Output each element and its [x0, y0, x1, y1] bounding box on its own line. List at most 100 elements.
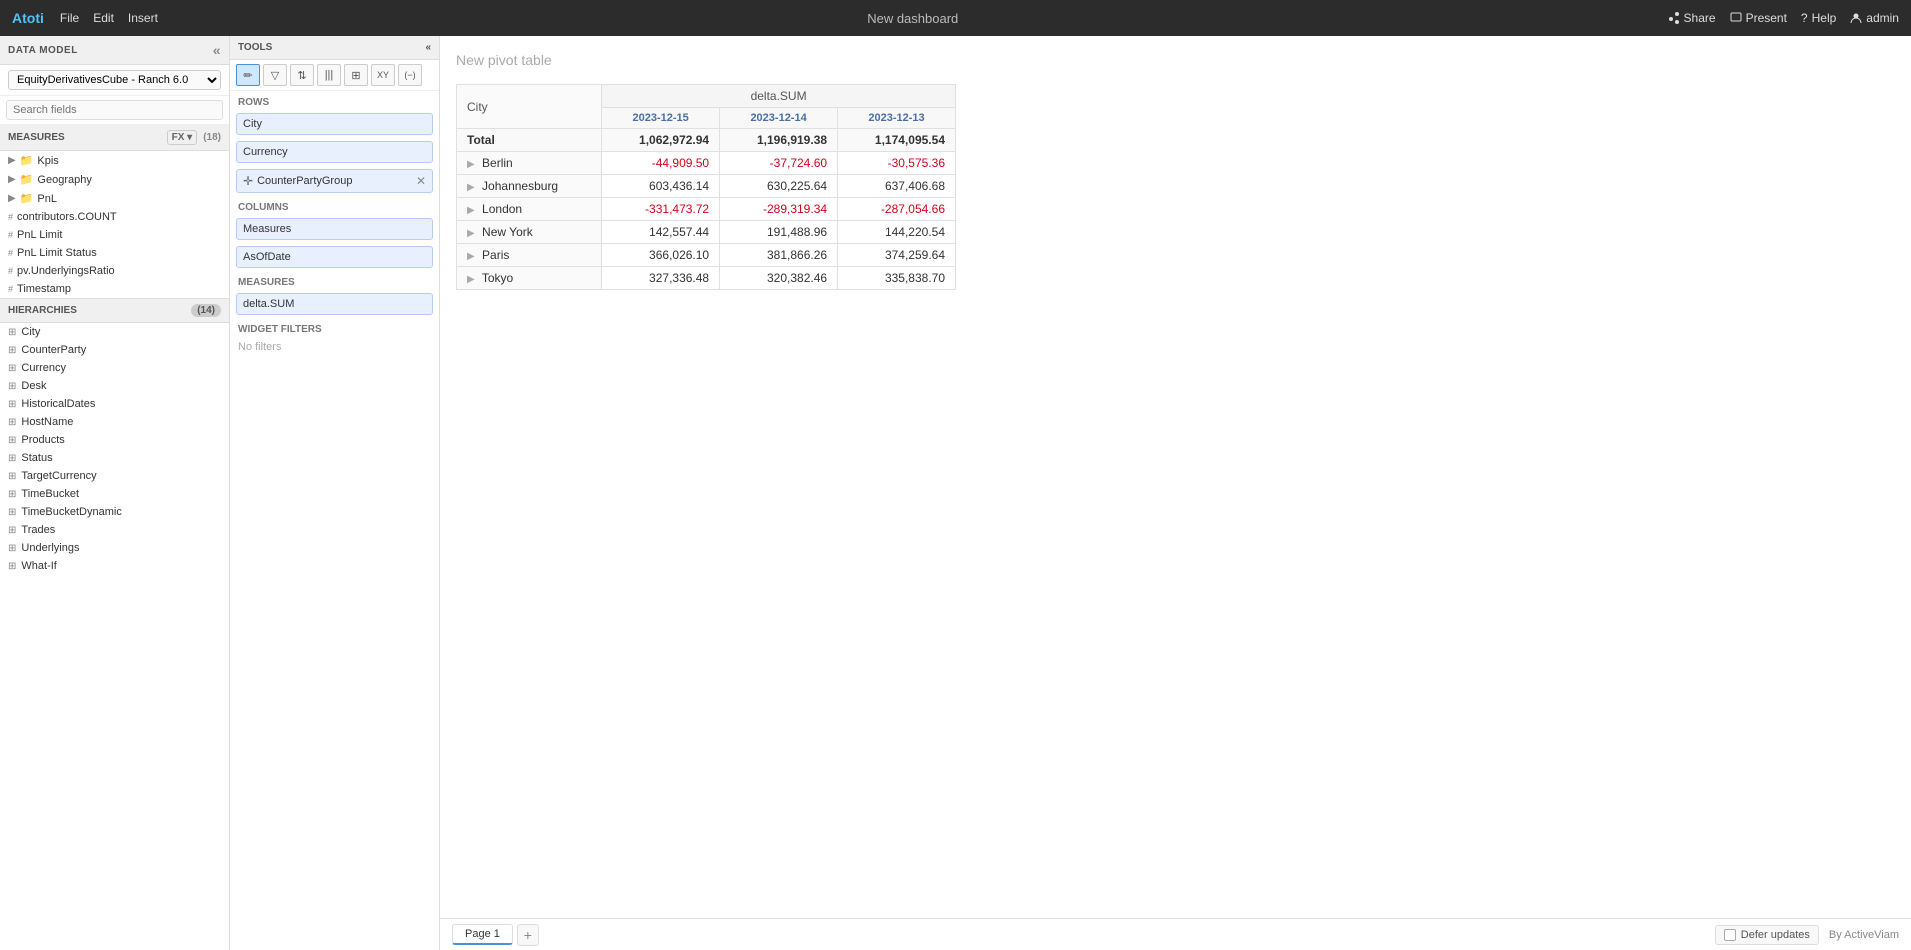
hierarchy-trades[interactable]: ⊞ Trades	[0, 521, 229, 539]
cube-selector[interactable]: EquityDerivativesCube - Ranch 6.0	[8, 70, 221, 90]
value-paris-1: 381,866.26	[720, 244, 838, 267]
by-label: By ActiveViam	[1829, 929, 1899, 941]
filter-tool-btn[interactable]: ▽	[263, 64, 287, 86]
fx-button[interactable]: fx ▾	[167, 130, 198, 145]
expand-icon: ▶	[8, 155, 16, 166]
remove-counterpartygroup-btn[interactable]: ✕	[416, 174, 426, 188]
hierarchies-section-header: HIERARCHIES (14)	[0, 298, 229, 323]
expand-arrow: ▶	[467, 205, 475, 216]
hierarchy-icon: ⊞	[8, 399, 16, 410]
col-date-2: 2023-12-13	[838, 108, 956, 129]
hierarchy-icon: ⊞	[8, 507, 16, 518]
tree-item-timestamp[interactable]: # Timestamp	[0, 280, 229, 298]
value-london-1: -289,319.34	[720, 198, 838, 221]
value-london-2: -287,054.66	[838, 198, 956, 221]
value-berlin-2: -30,575.36	[838, 152, 956, 175]
app-logo: Atoti	[12, 10, 44, 26]
menu-insert[interactable]: Insert	[128, 11, 158, 25]
city-cell-johannesburg: ▶ Johannesburg	[457, 175, 602, 198]
columns-tool-btn[interactable]: |||	[317, 64, 341, 86]
xy-tool-btn[interactable]: XY	[371, 64, 395, 86]
tools-collapse-icon[interactable]: «	[425, 42, 431, 53]
pivot-title: New pivot table	[456, 52, 1895, 68]
tools-header: TOOLS «	[230, 36, 439, 60]
left-panel: DATA MODEL « EquityDerivativesCube - Ran…	[0, 36, 230, 950]
tree-item-geography[interactable]: ▶ 📁 Geography	[0, 170, 229, 189]
hierarchy-city[interactable]: ⊞ City	[0, 323, 229, 341]
dashboard-title: New dashboard	[867, 11, 958, 26]
search-fields-input[interactable]	[6, 100, 223, 120]
value-newyork-2: 144,220.54	[838, 221, 956, 244]
menu-edit[interactable]: Edit	[93, 11, 114, 25]
tree-item-kpis[interactable]: ▶ 📁 Kpis	[0, 151, 229, 170]
help-button[interactable]: ? Help	[1801, 11, 1836, 25]
hierarchy-historical-dates[interactable]: ⊞ HistoricalDates	[0, 395, 229, 413]
drag-icon: ✛	[243, 174, 253, 188]
hierarchy-hostname[interactable]: ⊞ HostName	[0, 413, 229, 431]
hierarchy-what-if[interactable]: ⊞ What-If	[0, 557, 229, 575]
rows-currency-item[interactable]: Currency	[236, 141, 433, 163]
hierarchy-desk[interactable]: ⊞ Desk	[0, 377, 229, 395]
edit-tool-btn[interactable]: ✏	[236, 64, 260, 86]
hierarchy-icon: ⊞	[8, 363, 16, 374]
table-row: Total 1,062,972.94 1,196,919.38 1,174,09…	[457, 129, 956, 152]
value-tokyo-0: 327,336.48	[602, 267, 720, 290]
expand-arrow: ▶	[467, 228, 475, 239]
hierarchy-time-bucket-dynamic[interactable]: ⊞ TimeBucketDynamic	[0, 503, 229, 521]
columns-asofdate-item[interactable]: AsOfDate	[236, 246, 433, 268]
hierarchy-status[interactable]: ⊞ Status	[0, 449, 229, 467]
defer-updates-btn[interactable]: Defer updates	[1715, 925, 1819, 945]
value-tokyo-1: 320,382.46	[720, 267, 838, 290]
value-total-0: 1,062,972.94	[602, 129, 720, 152]
grid-tool-btn[interactable]: ⊞	[344, 64, 368, 86]
folder-icon: 📁	[20, 192, 34, 205]
expand-icon: ▶	[8, 193, 16, 204]
present-button[interactable]: Present	[1730, 11, 1787, 25]
hierarchy-time-bucket[interactable]: ⊞ TimeBucket	[0, 485, 229, 503]
add-page-btn[interactable]: +	[517, 924, 539, 946]
data-model-collapse-icon[interactable]: «	[213, 42, 221, 58]
hierarchy-underlyings[interactable]: ⊞ Underlyings	[0, 539, 229, 557]
rows-counterpartygroup-item[interactable]: ✛ CounterPartyGroup ✕	[236, 169, 433, 193]
measure-icon: #	[8, 230, 13, 240]
user-menu[interactable]: admin	[1850, 11, 1899, 25]
sort-tool-btn[interactable]: ⇅	[290, 64, 314, 86]
page-tab-1[interactable]: Page 1	[452, 924, 513, 945]
hierarchy-counterparty[interactable]: ⊞ CounterParty	[0, 341, 229, 359]
hierarchy-products[interactable]: ⊞ Products	[0, 431, 229, 449]
rows-city-item[interactable]: City	[236, 113, 433, 135]
hierarchy-icon: ⊞	[8, 435, 16, 446]
col-measure-header: delta.SUM	[602, 85, 956, 108]
measures-section-header: MEASURES fx ▾ (18)	[0, 125, 229, 151]
tree-item-pnl-limit[interactable]: # PnL Limit	[0, 226, 229, 244]
widget-filters-label: Widget filters	[230, 318, 439, 337]
folder-icon: 📁	[20, 154, 34, 167]
value-berlin-1: -37,724.60	[720, 152, 838, 175]
hierarchy-target-currency[interactable]: ⊞ TargetCurrency	[0, 467, 229, 485]
measures-tree: ▶ 📁 Kpis ▶ 📁 Geography ▶ 📁 PnL # contrib…	[0, 151, 229, 298]
top-bar: Atoti File Edit Insert New dashboard Sha…	[0, 0, 1911, 36]
value-newyork-0: 142,557.44	[602, 221, 720, 244]
expand-icon: ▶	[8, 174, 16, 185]
tree-item-pnl-limit-status[interactable]: # PnL Limit Status	[0, 244, 229, 262]
collapse-tool-btn[interactable]: (−)	[398, 64, 422, 86]
table-row: ▶ New York 142,557.44 191,488.96 144,220…	[457, 221, 956, 244]
city-cell-total: Total	[457, 129, 602, 152]
table-row: ▶ Berlin -44,909.50 -37,724.60 -30,575.3…	[457, 152, 956, 175]
value-paris-0: 366,026.10	[602, 244, 720, 267]
value-total-2: 1,174,095.54	[838, 129, 956, 152]
measure-icon: #	[8, 266, 13, 276]
hierarchy-currency[interactable]: ⊞ Currency	[0, 359, 229, 377]
col-city-header: City	[457, 85, 602, 129]
tree-item-pnl[interactable]: ▶ 📁 PnL	[0, 189, 229, 208]
hierarchy-icon: ⊞	[8, 345, 16, 356]
measures-delta-sum-item[interactable]: delta.SUM	[236, 293, 433, 315]
tree-item-contributors-count[interactable]: # contributors.COUNT	[0, 208, 229, 226]
table-row: ▶ Johannesburg 603,436.14 630,225.64 637…	[457, 175, 956, 198]
tree-item-pv-underlyings[interactable]: # pv.UnderlyingsRatio	[0, 262, 229, 280]
city-cell-newyork: ▶ New York	[457, 221, 602, 244]
menu-file[interactable]: File	[60, 11, 79, 25]
columns-measures-item[interactable]: Measures	[236, 218, 433, 240]
share-button[interactable]: Share	[1668, 11, 1716, 25]
value-newyork-1: 191,488.96	[720, 221, 838, 244]
